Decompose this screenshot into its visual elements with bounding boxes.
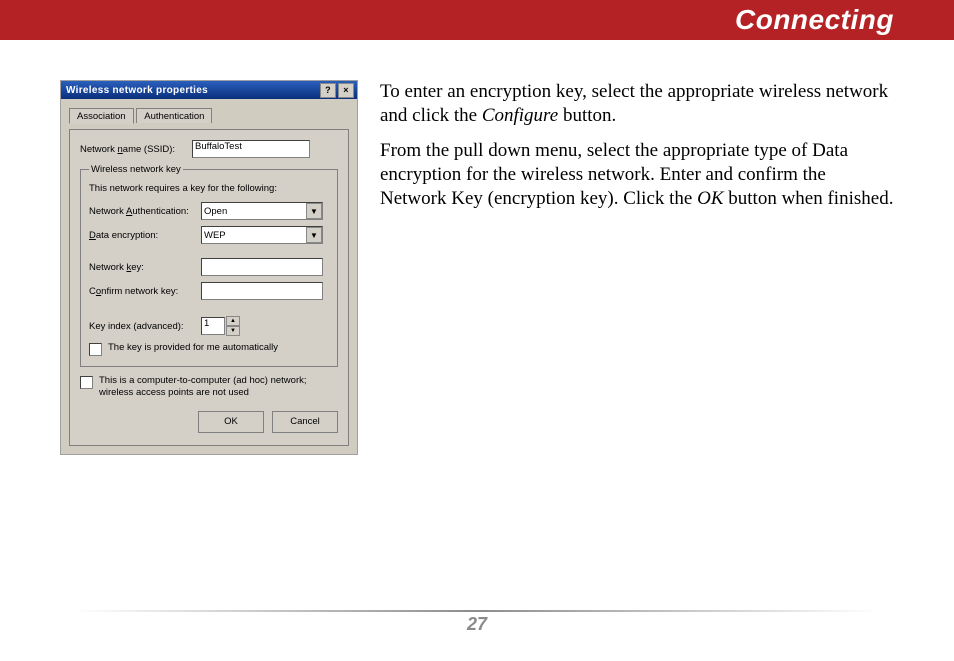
tab-panel: Network name (SSID): BuffaloTest Wireles… xyxy=(69,129,349,446)
key-label: Network key: xyxy=(89,262,201,273)
ssid-label: Network name (SSID): xyxy=(80,144,192,155)
help-icon[interactable]: ? xyxy=(320,83,336,98)
instr-p1-b: button. xyxy=(558,105,616,126)
instruction-text: To enter an encryption key, select the a… xyxy=(380,80,894,222)
auth-label-post: uthentication: xyxy=(132,206,189,217)
confirm-label: Confirm network key: xyxy=(89,286,201,297)
ssid-input[interactable]: BuffaloTest xyxy=(192,140,310,158)
auto-key-label: The key is provided for me automatically xyxy=(108,342,278,354)
enc-label-post: ata encryption: xyxy=(96,230,158,241)
chevron-down-icon[interactable]: ▼ xyxy=(226,326,240,336)
keyindex-value: 1 xyxy=(201,317,225,335)
auth-select[interactable]: Open ▼ xyxy=(201,202,323,220)
instr-p2-b: button when finished. xyxy=(724,188,894,209)
tab-authentication[interactable]: Authentication xyxy=(136,108,212,123)
chevron-down-icon: ▼ xyxy=(306,227,322,243)
key-label-post: ey: xyxy=(131,262,144,273)
footer-rule xyxy=(75,610,879,612)
cancel-button[interactable]: Cancel xyxy=(272,411,338,433)
ssid-label-pre: Network xyxy=(80,144,117,155)
encryption-select-value: WEP xyxy=(204,230,226,241)
chevron-up-icon[interactable]: ▲ xyxy=(226,316,240,326)
auth-select-value: Open xyxy=(204,206,227,217)
dialog-window: Wireless network properties ? × Associat… xyxy=(60,80,358,455)
auth-label-pre: Network xyxy=(89,206,126,217)
confirm-key-input[interactable] xyxy=(201,282,323,300)
group-hint: This network requires a key for the foll… xyxy=(89,183,329,194)
titlebar: Wireless network properties ? × xyxy=(61,81,357,99)
enc-label-u: D xyxy=(89,230,96,241)
adhoc-checkbox[interactable] xyxy=(80,376,93,389)
page-footer: 27 xyxy=(75,610,879,635)
dialog-title: Wireless network properties xyxy=(66,85,208,96)
keyindex-label: Key index (advanced): xyxy=(89,321,201,332)
auto-key-checkbox[interactable] xyxy=(89,343,102,356)
chevron-down-icon: ▼ xyxy=(306,203,322,219)
network-key-input[interactable] xyxy=(201,258,323,276)
enc-label: Data encryption: xyxy=(89,230,201,241)
wireless-key-group: Wireless network key This network requir… xyxy=(80,164,338,367)
instr-p1-em: Configure xyxy=(482,105,558,126)
confirm-label-pre: C xyxy=(89,286,96,297)
auth-label: Network Authentication: xyxy=(89,206,201,217)
confirm-label-post: nfirm network key: xyxy=(101,286,178,297)
page-title: Connecting xyxy=(735,4,894,36)
close-icon[interactable]: × xyxy=(338,83,354,98)
key-label-pre: Network xyxy=(89,262,126,273)
page-number: 27 xyxy=(75,614,879,635)
ok-button[interactable]: OK xyxy=(198,411,264,433)
keyindex-stepper[interactable]: 1 ▲ ▼ xyxy=(201,316,240,336)
adhoc-label: This is a computer-to-computer (ad hoc) … xyxy=(99,375,338,399)
tab-association[interactable]: Association xyxy=(69,108,134,124)
ssid-label-post: ame (SSID): xyxy=(123,144,175,155)
group-legend: Wireless network key xyxy=(89,164,183,175)
instr-p2-em: OK xyxy=(697,188,723,209)
encryption-select[interactable]: WEP ▼ xyxy=(201,226,323,244)
instr-p1-a: To enter an encryption key, select the a… xyxy=(380,81,888,126)
